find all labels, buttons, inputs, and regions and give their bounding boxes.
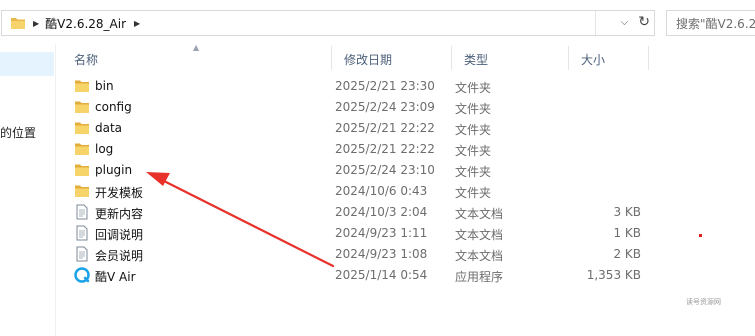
file-row[interactable]: data 2025/2/21 22:22 文件夹 <box>62 118 652 139</box>
file-date: 2025/2/21 22:22 <box>335 121 435 135</box>
annotation-dot <box>699 234 702 237</box>
address-bar[interactable]: ▶ 酷V2.6.28_Air ▶ ⌵ ↻ <box>1 10 655 36</box>
chevron-down-icon[interactable]: ⌵ <box>621 17 629 28</box>
search-input[interactable]: 搜索"酷V2.6.28 <box>666 10 755 36</box>
file-row[interactable]: config 2025/2/24 23:09 文件夹 <box>62 97 652 118</box>
file-name: 开发模板 <box>95 186 144 200</box>
file-date: 2024/9/23 1:08 <box>335 247 428 261</box>
file-date: 2025/1/14 0:54 <box>335 268 428 282</box>
file-name: plugin <box>95 163 133 177</box>
file-date: 2025/2/21 23:30 <box>335 79 435 93</box>
file-name: data <box>95 121 123 135</box>
file-type: 文件夹 <box>455 123 492 137</box>
folder-icon <box>10 16 26 30</box>
file-type: 文件夹 <box>455 165 492 179</box>
app-icon <box>74 267 90 283</box>
text-document-icon <box>74 246 90 262</box>
column-header: ▲ 名称 修改日期 类型 大小 <box>62 43 649 70</box>
file-row[interactable]: plugin 2025/2/24 23:10 文件夹 <box>62 160 652 181</box>
folder-icon <box>74 120 90 136</box>
file-size: 3 KB <box>613 205 641 219</box>
column-type-label: 类型 <box>464 53 489 67</box>
file-date: 2024/10/3 2:04 <box>335 205 428 219</box>
refresh-icon[interactable]: ↻ <box>638 14 650 30</box>
file-list: bin 2025/2/21 23:30 文件夹 config 2025/2/24… <box>62 76 652 286</box>
nav-pane-divider <box>55 44 56 336</box>
text-document-icon <box>74 225 90 241</box>
column-size-label: 大小 <box>581 53 606 67</box>
file-type: 文件夹 <box>455 144 492 158</box>
file-type: 应用程序 <box>455 270 504 284</box>
column-date-label: 修改日期 <box>344 53 393 67</box>
file-row[interactable]: 更新内容 2024/10/3 2:04 文本文档 3 KB <box>62 202 652 223</box>
text-document-icon <box>74 204 90 220</box>
column-type-header[interactable]: 类型 <box>452 46 569 70</box>
file-name: 更新内容 <box>95 207 144 221</box>
file-row[interactable]: 回调说明 2024/9/23 1:11 文本文档 1 KB <box>62 223 652 244</box>
sort-ascending-icon: ▲ <box>193 43 200 52</box>
file-type: 文件夹 <box>455 81 492 95</box>
folder-icon <box>74 183 90 199</box>
column-size-header[interactable]: 大小 <box>569 46 649 70</box>
file-type: 文件夹 <box>455 102 492 116</box>
file-name: 回调说明 <box>95 228 144 242</box>
breadcrumb-chevron-icon[interactable]: ▶ <box>33 19 39 28</box>
file-name: config <box>95 100 132 114</box>
file-type: 文本文档 <box>455 228 504 242</box>
folder-icon <box>74 141 90 157</box>
file-date: 2024/9/23 1:11 <box>335 226 428 240</box>
file-date: 2025/2/21 22:22 <box>335 142 435 156</box>
file-row[interactable]: 会员说明 2024/9/23 1:08 文本文档 2 KB <box>62 244 652 265</box>
folder-icon <box>74 99 90 115</box>
column-date-header[interactable]: 修改日期 <box>332 46 452 70</box>
file-row[interactable]: 酷V Air 2025/1/14 0:54 应用程序 1,353 KB <box>62 265 652 286</box>
breadcrumb-chevron-icon[interactable]: ▶ <box>134 19 140 28</box>
nav-item-label[interactable]: 的位置 <box>0 124 36 141</box>
file-size: 2 KB <box>613 247 641 261</box>
file-name: log <box>95 142 114 156</box>
file-row[interactable]: log 2025/2/21 22:22 文件夹 <box>62 139 652 160</box>
folder-icon <box>74 78 90 94</box>
file-date: 2025/2/24 23:10 <box>335 163 435 177</box>
file-type: 文本文档 <box>455 249 504 263</box>
file-row[interactable]: bin 2025/2/21 23:30 文件夹 <box>62 76 652 97</box>
file-size: 1 KB <box>613 226 641 240</box>
address-divider <box>595 11 596 35</box>
file-type: 文本文档 <box>455 207 504 221</box>
file-name: 酷V Air <box>95 270 136 284</box>
column-name-label: 名称 <box>74 53 99 67</box>
file-name: bin <box>95 79 114 93</box>
file-type: 文件夹 <box>455 186 492 200</box>
watermark: 读号资源网 <box>686 298 721 306</box>
nav-item-selected[interactable] <box>0 52 54 76</box>
file-size: 1,353 KB <box>586 268 641 282</box>
file-name: 会员说明 <box>95 249 144 263</box>
column-name-header[interactable]: ▲ 名称 <box>62 43 332 70</box>
folder-icon <box>74 162 90 178</box>
file-date: 2024/10/6 0:43 <box>335 184 428 198</box>
breadcrumb-current-folder[interactable]: 酷V2.6.28_Air <box>45 15 126 32</box>
file-date: 2025/2/24 23:09 <box>335 100 435 114</box>
file-row[interactable]: 开发模板 2024/10/6 0:43 文件夹 <box>62 181 652 202</box>
